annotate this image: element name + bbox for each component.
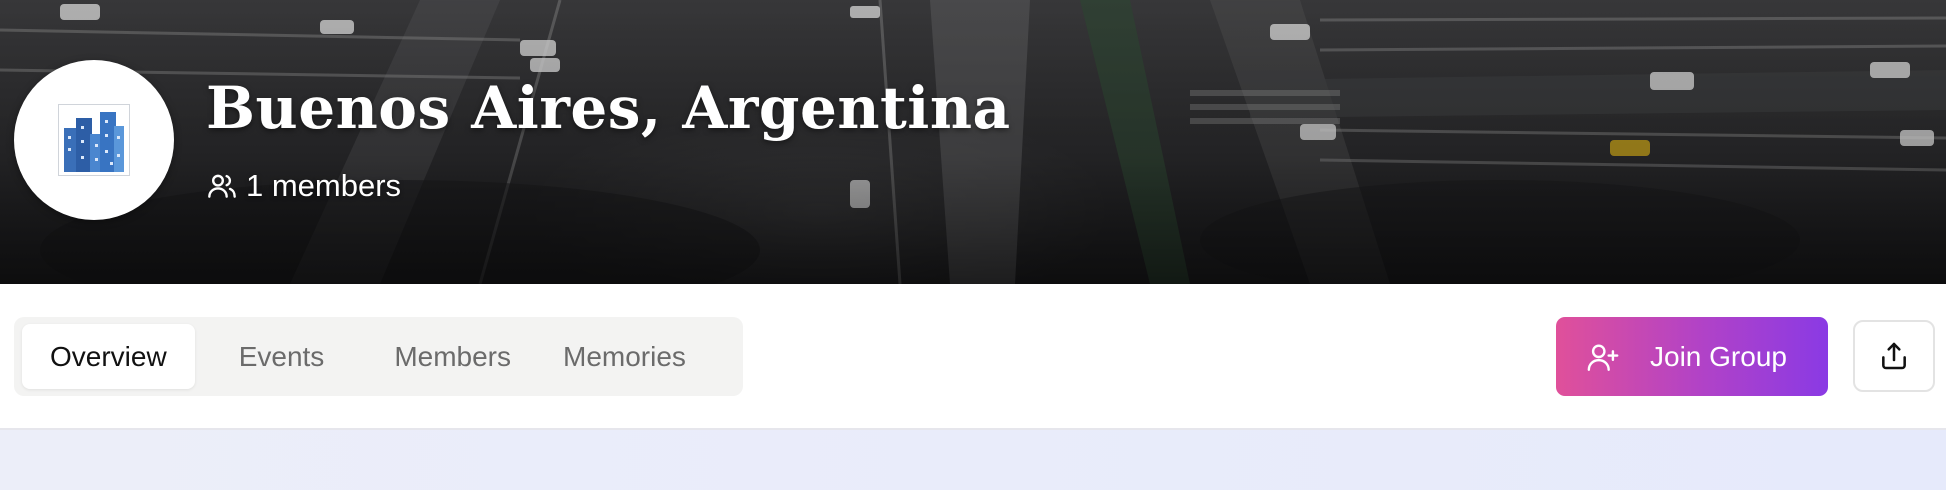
content-area (0, 430, 1946, 490)
group-avatar (14, 60, 174, 220)
group-title: Buenos Aires, Argentina (206, 74, 1011, 142)
share-icon (1882, 342, 1906, 370)
member-count-label: 1 members (246, 168, 402, 203)
city-skyline-icon (58, 104, 130, 176)
tab-memories[interactable]: Memories (537, 324, 712, 389)
join-group-button[interactable]: Join Group (1556, 317, 1828, 396)
users-icon (208, 174, 236, 198)
tab-members[interactable]: Members (364, 324, 537, 389)
member-count[interactable]: 1 members (206, 166, 401, 206)
share-button[interactable] (1853, 320, 1935, 392)
group-cover-banner: Buenos Aires, Argentina 1 members (0, 0, 1946, 284)
group-tabs: Overview Events Members Memories (14, 317, 743, 396)
join-group-label: Join Group (1650, 340, 1787, 372)
tab-events[interactable]: Events (195, 324, 365, 389)
tab-overview[interactable]: Overview (22, 324, 195, 389)
user-plus-icon (1587, 343, 1619, 371)
